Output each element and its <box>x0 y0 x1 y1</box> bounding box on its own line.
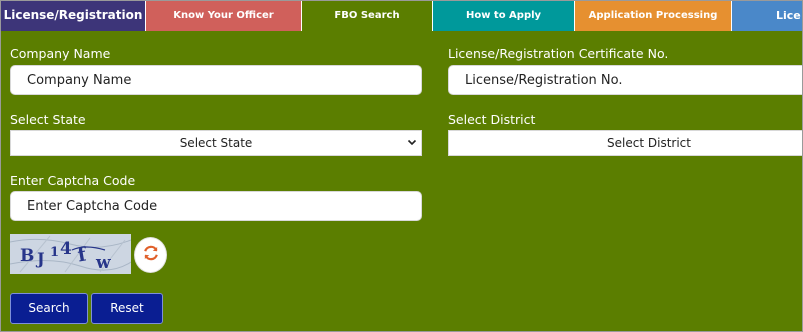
district-select[interactable]: Select District <box>448 130 802 156</box>
svg-text:w: w <box>95 253 111 273</box>
svg-text:J: J <box>35 249 45 268</box>
license-no-input[interactable] <box>448 65 802 95</box>
tab-license-truncated[interactable]: Lice <box>732 1 802 31</box>
license-no-label: License/Registration Certificate No. <box>448 46 669 61</box>
captcha-input[interactable] <box>10 191 422 221</box>
tab-how-to-apply[interactable]: How to Apply <box>433 1 575 31</box>
captcha-label: Enter Captcha Code <box>10 173 136 188</box>
district-label: Select District <box>448 112 536 127</box>
refresh-icon <box>142 244 160 266</box>
state-label: Select State <box>10 112 86 127</box>
state-select[interactable]: Select State <box>10 130 422 156</box>
refresh-captcha-button[interactable] <box>134 237 167 273</box>
svg-text:B: B <box>20 246 34 266</box>
state-select-value: Select State <box>179 136 253 150</box>
chevron-down-icon <box>407 131 417 165</box>
company-name-label: Company Name <box>10 46 111 61</box>
tab-fbo-search[interactable]: FBO Search <box>302 1 433 31</box>
district-select-value: Select District <box>607 136 691 150</box>
reset-button[interactable]: Reset <box>91 293 163 324</box>
tab-license-registration[interactable]: License/Registration <box>1 1 146 31</box>
tab-know-your-officer[interactable]: Know Your Officer <box>146 1 302 31</box>
company-name-input[interactable] <box>10 65 422 95</box>
svg-text:1: 1 <box>50 245 59 260</box>
captcha-image: B J 1 4 f w <box>10 234 131 274</box>
search-button[interactable]: Search <box>10 293 88 324</box>
tab-bar: License/Registration Know Your Officer F… <box>1 1 802 31</box>
fbo-search-panel: License/Registration Know Your Officer F… <box>0 0 803 332</box>
tab-application-processing[interactable]: Application Processing <box>575 1 732 31</box>
svg-text:4: 4 <box>60 239 72 259</box>
